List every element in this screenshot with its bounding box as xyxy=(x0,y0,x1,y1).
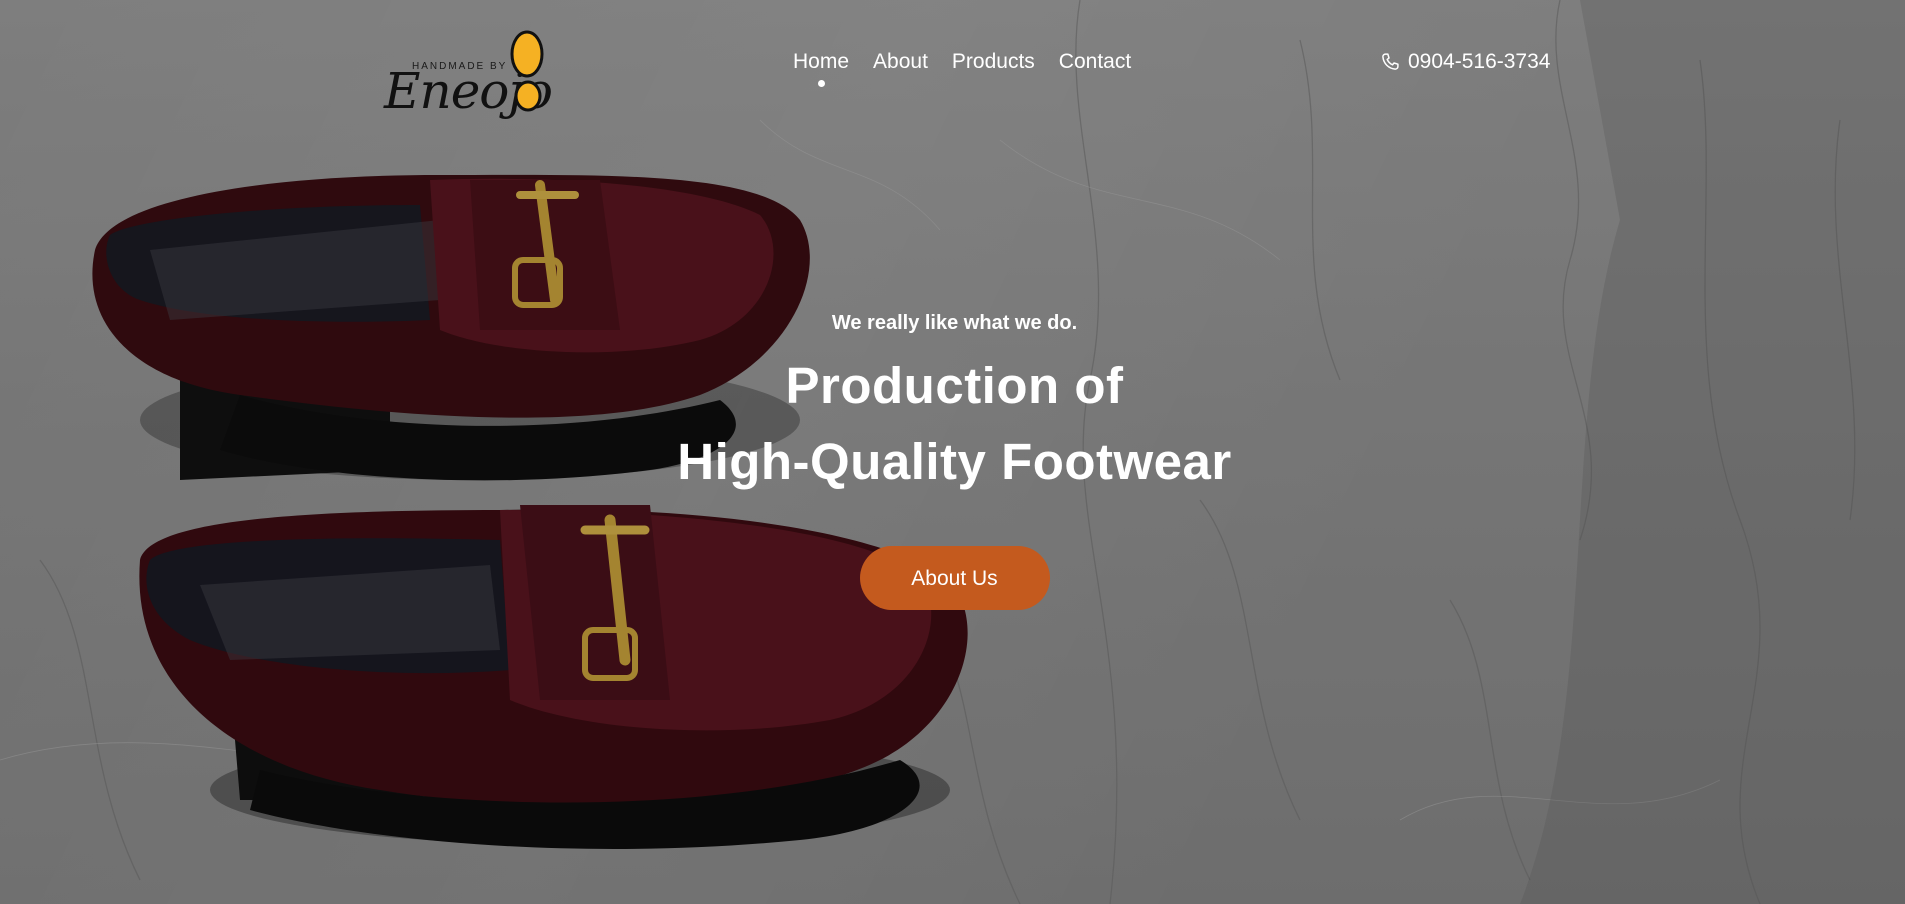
hero-tagline: We really like what we do. xyxy=(831,312,1078,334)
nav-item-about[interactable]: About xyxy=(873,49,928,75)
hero-content: We really like what we do. Production of… xyxy=(552,308,1357,610)
phone-link[interactable]: 0904-516-3734 xyxy=(1380,49,1550,75)
nav-item-label: Products xyxy=(951,50,1035,73)
hero-section: HANDMADE BY Eneojo Home About Products C… xyxy=(0,0,1905,904)
nav-item-products[interactable]: Products xyxy=(952,49,1035,75)
main-nav: Home About Products Contact xyxy=(793,49,1131,87)
brand-logo[interactable]: HANDMADE BY Eneojo xyxy=(382,28,553,126)
nav-item-home[interactable]: Home xyxy=(793,49,850,87)
hero-headline-line1: Production of xyxy=(785,357,1124,414)
nav-item-label: Home xyxy=(793,50,850,73)
about-us-button[interactable]: About Us xyxy=(859,546,1050,610)
hero-headline-line2: High-Quality Footwear xyxy=(677,433,1232,490)
nav-item-contact[interactable]: Contact xyxy=(1059,49,1131,75)
nav-item-label: About xyxy=(873,50,928,73)
nav-item-label: Contact xyxy=(1058,50,1132,73)
active-indicator-dot xyxy=(818,80,826,87)
phone-icon xyxy=(1382,53,1399,70)
phone-number: 0904-516-3734 xyxy=(1408,50,1551,73)
footprint-icon xyxy=(510,30,544,112)
hero-headline: Production of High-Quality Footwear xyxy=(552,348,1357,500)
